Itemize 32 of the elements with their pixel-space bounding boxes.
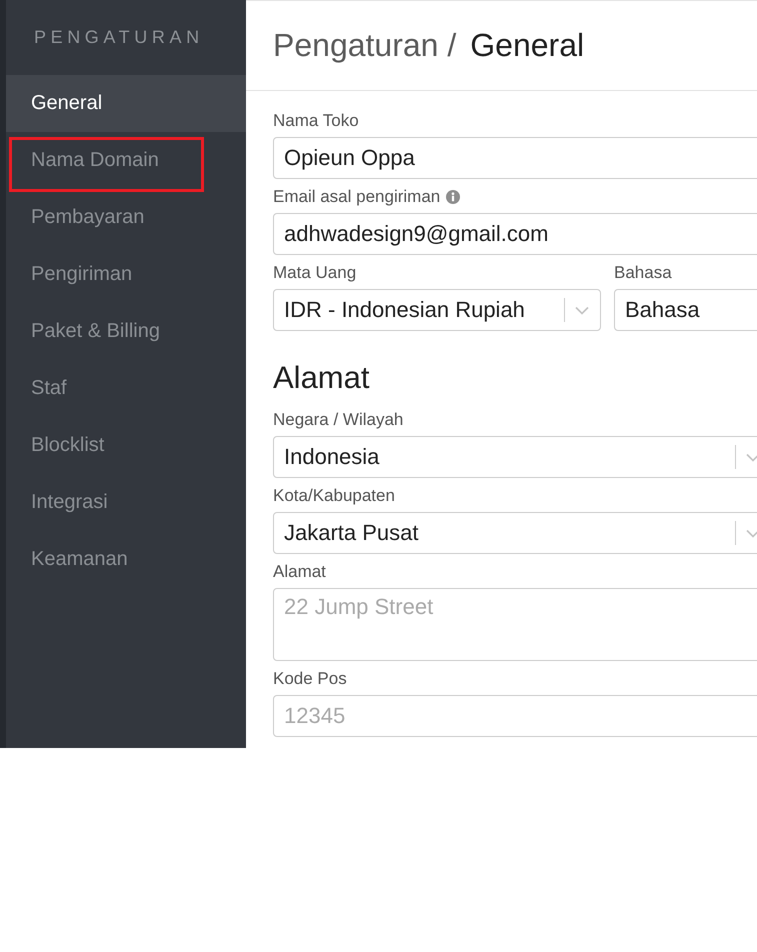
section-heading: Alamat [273, 360, 370, 396]
chevron-down-icon [746, 452, 757, 462]
input-field[interactable]: Opieun Oppa [273, 137, 757, 179]
input-field[interactable]: Bahasa [614, 289, 757, 331]
select-field[interactable]: Indonesia [273, 436, 757, 478]
sidebar-item[interactable]: Keamanan [6, 531, 246, 588]
sidebar-item[interactable]: Nama Domain [9, 137, 204, 192]
field-label: Kode Pos [273, 669, 347, 689]
sidebar-item[interactable]: Integrasi [6, 474, 246, 531]
sidebar-item[interactable]: Staf [6, 360, 246, 417]
input-field[interactable]: adhwadesign9@gmail.com [273, 213, 757, 255]
sidebar-item[interactable]: Pembayaran [6, 189, 246, 246]
textarea-field[interactable]: 22 Jump Street [273, 588, 757, 661]
sidebar-item[interactable]: General [6, 75, 246, 132]
input-field[interactable]: 12345 [273, 695, 757, 737]
sidebar-item[interactable]: Paket & Billing [6, 303, 246, 360]
page-title: General [470, 27, 584, 64]
field-label: Kota/Kabupaten [273, 486, 395, 506]
field-label: Bahasa [614, 263, 672, 283]
select-field[interactable]: IDR - Indonesian Rupiah [273, 289, 601, 331]
field-label: Mata Uang [273, 263, 356, 283]
select-field[interactable]: Jakarta Pusat [273, 512, 757, 554]
field-label: Nama Toko [273, 111, 359, 131]
chevron-down-icon [746, 528, 757, 538]
field-label: Alamat [273, 562, 326, 582]
breadcrumb: Pengaturan / [273, 27, 456, 64]
field-label: Negara / Wilayah [273, 410, 404, 430]
chevron-down-icon [575, 306, 589, 314]
sidebar-item[interactable]: Pengiriman [6, 246, 246, 303]
field-label: Email asal pengiriman [273, 187, 440, 207]
sidebar-title: PENGATURAN [34, 27, 204, 48]
sidebar-item[interactable]: Blocklist [6, 417, 246, 474]
